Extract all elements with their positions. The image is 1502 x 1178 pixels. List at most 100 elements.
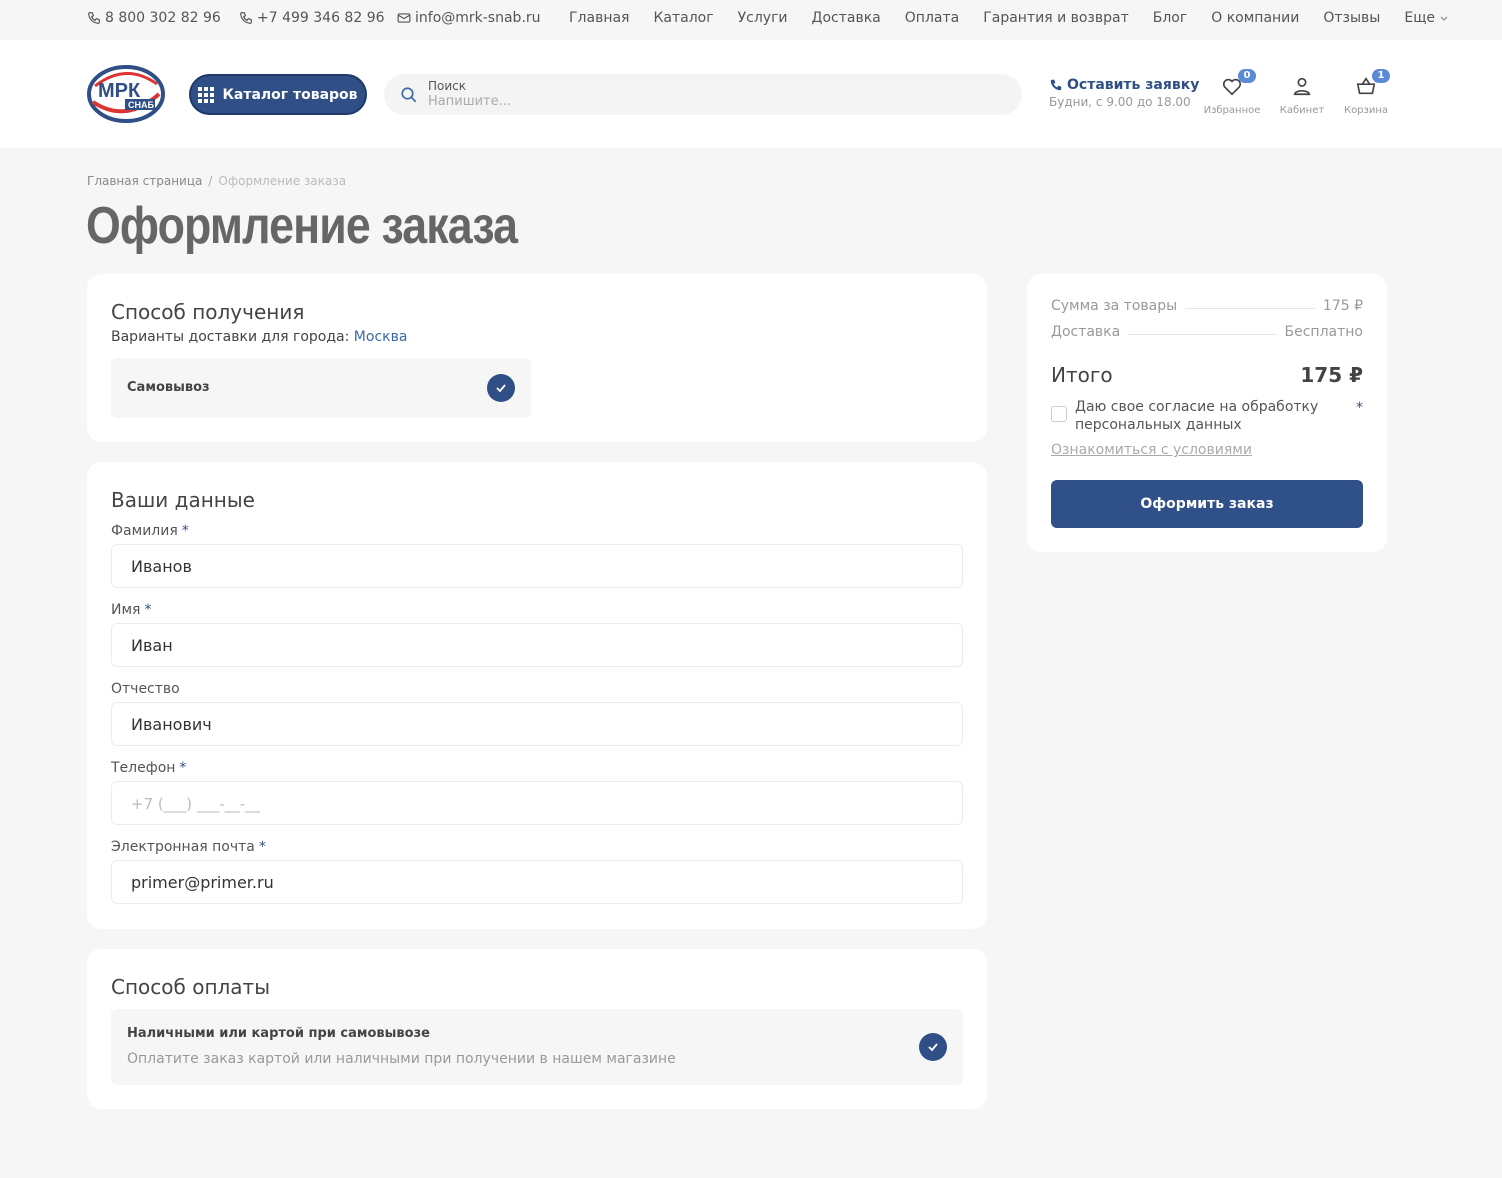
check-icon <box>919 1033 947 1061</box>
nav-more-label: Еще <box>1404 10 1436 26</box>
nav-more[interactable]: Еще <box>1404 10 1449 26</box>
payment-option-cash-card[interactable]: Наличными или картой при самовывозе Опла… <box>111 1009 963 1085</box>
phone-call-icon <box>1050 79 1062 91</box>
required-mark: * <box>258 839 266 855</box>
phone-field-wrap <box>111 781 963 825</box>
delivery-option-label: Самовывоз <box>127 380 210 395</box>
phone-link-2[interactable]: +7 499 346 82 96 <box>239 10 385 26</box>
logo-text: МРК <box>98 80 141 102</box>
lastname-label-text: Фамилия <box>111 523 178 539</box>
nav-blog[interactable]: Блог <box>1153 10 1187 26</box>
payment-option-desc: Оплатите заказ картой или наличными при … <box>127 1051 676 1067</box>
favorites-button[interactable]: 0 Избранное <box>1202 69 1262 116</box>
firstname-input[interactable] <box>112 624 962 666</box>
delivery-option-pickup[interactable]: Самовывоз <box>111 358 531 418</box>
email-input[interactable] <box>112 861 962 903</box>
total-label: Итого <box>1051 363 1113 387</box>
payment-option-title: Наличными или картой при самовывозе <box>127 1026 430 1041</box>
personal-data-card: Ваши данные Фамилия* Имя* Отчество Телеф… <box>87 462 987 929</box>
delivery-card: Способ получения Варианты доставки для г… <box>87 274 987 442</box>
grid-icon <box>198 86 215 103</box>
delivery-sum-row: Доставка Бесплатно <box>1051 324 1363 340</box>
request-hours: Будни, с 9.00 до 18.00 <box>1049 95 1191 109</box>
cart-badge: 1 <box>1372 69 1390 83</box>
submit-order-button[interactable]: Оформить заказ <box>1051 480 1363 528</box>
required-mark: * <box>1356 400 1363 416</box>
nav-catalog[interactable]: Каталог <box>653 10 713 26</box>
firstname-label: Имя * <box>111 602 151 618</box>
order-summary-card: Сумма за товары 175 ₽ Доставка Бесплатно… <box>1027 274 1387 552</box>
search-icon <box>401 87 417 103</box>
header: МРК СНАБ Каталог товаров Поиск Оставить … <box>0 40 1502 148</box>
request-callback[interactable]: Оставить заявку Будни, с 9.00 до 18.00 <box>1049 77 1199 109</box>
phone-label: Телефон * <box>111 760 186 776</box>
phone-icon <box>88 12 100 24</box>
catalog-button-label: Каталог товаров <box>222 86 358 103</box>
nav-payment[interactable]: Оплата <box>905 10 959 26</box>
user-icon <box>1293 77 1311 96</box>
logo[interactable]: МРК СНАБ <box>87 64 165 124</box>
phone-input[interactable] <box>112 782 962 824</box>
phone-label-text: Телефон <box>111 760 176 776</box>
firstname-field-wrap <box>111 623 963 667</box>
phone-link-1[interactable]: 8 800 302 82 96 <box>87 10 221 26</box>
nav-home[interactable]: Главная <box>569 10 629 26</box>
cabinet-label: Кабинет <box>1279 105 1325 116</box>
breadcrumb: Главная страница / Оформление заказа <box>87 174 346 188</box>
nav-about[interactable]: О компании <box>1211 10 1299 26</box>
delivery-title: Способ получения <box>111 300 305 324</box>
required-mark: * <box>144 602 152 618</box>
patronymic-input[interactable] <box>112 703 962 745</box>
total-row: Итого 175 ₽ <box>1051 363 1363 387</box>
goods-sum-row: Сумма за товары 175 ₽ <box>1051 298 1363 314</box>
delivery-city-line: Варианты доставки для города: Москва <box>111 329 407 345</box>
city-link[interactable]: Москва <box>354 329 408 345</box>
goods-sum-label: Сумма за товары <box>1051 298 1178 314</box>
logo-sub: СНАБ <box>128 100 154 110</box>
catalog-button[interactable]: Каталог товаров <box>189 74 367 115</box>
lastname-field-wrap <box>111 544 963 588</box>
required-mark: * <box>181 523 189 539</box>
phone-1-text: 8 800 302 82 96 <box>105 10 221 26</box>
payment-card: Способ оплаты Наличными или картой при с… <box>87 949 987 1109</box>
nav-warranty[interactable]: Гарантия и возврат <box>983 10 1129 26</box>
search-input[interactable] <box>428 94 988 109</box>
total-value: 175 ₽ <box>1300 363 1363 387</box>
consent-checkbox[interactable] <box>1051 406 1067 422</box>
email-label-text: Электронная почта <box>111 839 255 855</box>
phone-icon <box>240 12 252 24</box>
firstname-label-text: Имя <box>111 602 141 618</box>
favorites-label: Избранное <box>1203 105 1261 116</box>
payment-title: Способ оплаты <box>111 975 270 999</box>
top-nav: Главная Каталог Услуги Доставка Оплата Г… <box>569 10 1449 26</box>
consent-row: Даю свое согласие на обработку персональ… <box>1051 398 1363 438</box>
terms-link[interactable]: Ознакомиться с условиями <box>1051 442 1252 458</box>
required-mark: * <box>179 760 187 776</box>
phone-2-text: +7 499 346 82 96 <box>257 10 385 26</box>
top-bar: 8 800 302 82 96 +7 499 346 82 96 info@mr… <box>0 0 1502 40</box>
search-bar[interactable]: Поиск <box>384 74 1022 115</box>
email-link[interactable]: info@mrk-snab.ru <box>397 10 541 26</box>
nav-reviews[interactable]: Отзывы <box>1323 10 1380 26</box>
nav-services[interactable]: Услуги <box>738 10 788 26</box>
consent-text: Даю свое согласие на обработку персональ… <box>1075 399 1319 433</box>
search-label: Поиск <box>428 79 467 93</box>
email-label: Электронная почта * <box>111 839 266 855</box>
nav-delivery[interactable]: Доставка <box>812 10 881 26</box>
delivery-sum-value: Бесплатно <box>1284 324 1363 340</box>
delivery-city-prefix: Варианты доставки для города: <box>111 329 350 345</box>
breadcrumb-home[interactable]: Главная страница <box>87 174 202 188</box>
cart-button[interactable]: 1 Корзина <box>1336 69 1396 116</box>
chevron-down-icon <box>1440 16 1448 21</box>
delivery-sum-label: Доставка <box>1051 324 1121 340</box>
patronymic-field-wrap <box>111 702 963 746</box>
page-title: Оформление заказа <box>86 197 518 255</box>
check-icon <box>487 374 515 402</box>
personal-title: Ваши данные <box>111 488 255 512</box>
lastname-input[interactable] <box>112 545 962 587</box>
email-text: info@mrk-snab.ru <box>415 10 541 26</box>
patronymic-label-text: Отчество <box>111 681 180 697</box>
mail-icon <box>397 13 411 23</box>
cart-label: Корзина <box>1343 105 1389 116</box>
cabinet-button[interactable]: Кабинет <box>1272 75 1332 116</box>
